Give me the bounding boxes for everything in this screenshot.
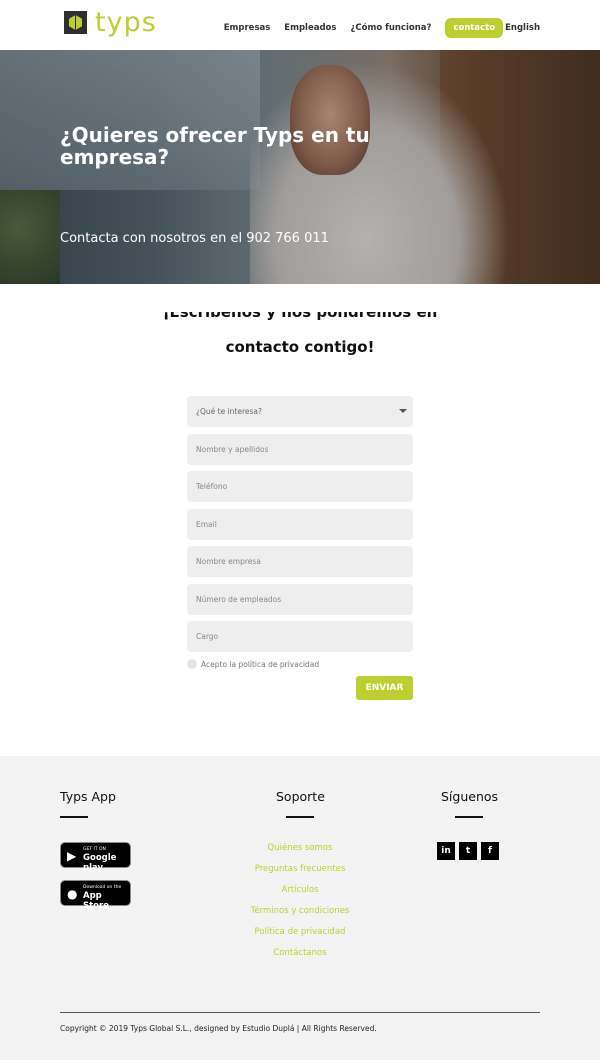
copyright-text: Copyright © 2019 Typs Global S.L., desig…	[60, 1024, 377, 1033]
employees-input[interactable]	[196, 594, 404, 604]
footer-support-title: Soporte	[276, 789, 325, 804]
footer-support-divider	[286, 816, 314, 818]
linkedin-icon[interactable]: in	[437, 842, 455, 860]
employees-field[interactable]	[187, 583, 413, 615]
chevron-down-icon	[399, 409, 407, 413]
nav-contacto-button[interactable]: contacto	[445, 18, 504, 38]
logo-cube-icon	[64, 11, 87, 34]
name-input[interactable]	[196, 444, 404, 454]
email-input[interactable]	[196, 519, 404, 529]
nav-empresas[interactable]: Empresas	[224, 23, 271, 33]
facebook-icon[interactable]: f	[481, 842, 499, 860]
interest-select[interactable]: ¿Qué te interesa?	[187, 396, 413, 427]
footer-social-title: Síguenos	[441, 789, 499, 804]
name-field[interactable]	[187, 433, 413, 465]
support-link-articulos[interactable]: Artículos	[0, 885, 600, 895]
logo-text: typs	[95, 7, 157, 38]
contact-form: ¿Qué te interesa?	[187, 396, 413, 659]
footer-app-divider	[60, 816, 88, 818]
site-header: typs Empresas Empleados ¿Cómo funciona? …	[0, 0, 600, 50]
position-input[interactable]	[196, 632, 404, 641]
phone-input[interactable]	[196, 482, 404, 491]
company-field[interactable]	[187, 546, 413, 577]
hero-subtitle: Contacta con nosotros en el 902 766 011	[60, 231, 329, 246]
privacy-consent: Acepto la política de privacidad	[187, 659, 319, 669]
phone-field[interactable]	[187, 471, 413, 502]
section-heading-cut: ¡Escríbenos y nos pondremos en	[162, 312, 438, 321]
support-link-quienes-somos[interactable]: Quiénes somos	[0, 843, 600, 853]
submit-button[interactable]: ENVIAR	[356, 676, 413, 700]
nav-english-language[interactable]: English	[505, 23, 540, 33]
company-input[interactable]	[196, 557, 404, 566]
position-field[interactable]	[187, 621, 413, 652]
twitter-icon[interactable]: t	[459, 842, 477, 860]
footer-app-title: Typs App	[60, 789, 116, 804]
logo[interactable]: typs	[64, 9, 157, 36]
support-link-contactanos[interactable]: Contáctanos	[0, 948, 600, 958]
support-link-terminos[interactable]: Términos y condiciones	[0, 906, 600, 916]
hero-title: ¿Quieres ofrecer Typs en tu empresa?	[60, 123, 370, 169]
privacy-label[interactable]: Acepto la política de privacidad	[201, 660, 319, 669]
main-nav: Empresas Empleados ¿Cómo funciona? conta…	[210, 18, 540, 38]
section-heading: contacto contigo!	[225, 338, 375, 356]
support-link-faq[interactable]: Preguntas frecuentes	[0, 864, 600, 874]
interest-select-value: ¿Qué te interesa?	[196, 407, 262, 416]
support-link-privacidad[interactable]: Política de privacidad	[0, 927, 600, 937]
footer-social-divider	[455, 816, 483, 818]
privacy-checkbox[interactable]	[187, 659, 197, 669]
nav-como-funciona[interactable]: ¿Cómo funciona?	[350, 23, 431, 33]
nav-empleados[interactable]: Empleados	[284, 23, 336, 33]
footer-divider	[60, 1012, 540, 1013]
email-field[interactable]	[187, 508, 413, 540]
